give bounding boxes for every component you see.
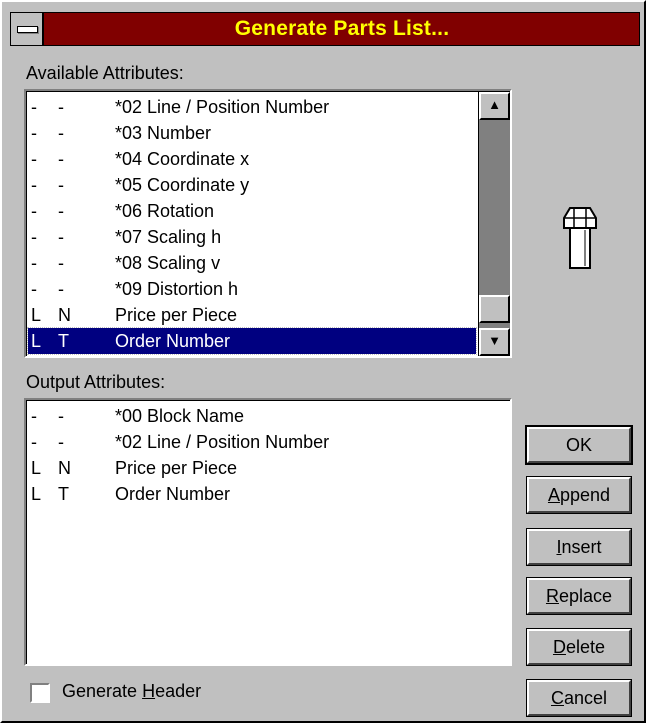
available-row-flag: -	[31, 97, 37, 117]
output-row-name: Price per Piece	[115, 458, 238, 478]
available-row[interactable]: L T Order Number	[27, 327, 477, 355]
output-row-flag: -	[58, 406, 64, 426]
available-scrollbar[interactable]: ▲ ▼	[478, 92, 510, 356]
generate-header-checkbox[interactable]	[30, 683, 50, 703]
bolt-icon	[563, 207, 597, 269]
generate-header-label[interactable]: Generate Header	[62, 681, 201, 702]
output-row-flag: -	[31, 406, 37, 426]
available-row-flag: L	[31, 305, 42, 325]
output-row-flag: -	[58, 432, 64, 452]
available-attributes-label: Available Attributes:	[26, 63, 184, 83]
output-row-flag: L	[31, 484, 42, 504]
available-row-name: *03 Number	[115, 123, 212, 143]
output-row[interactable]: L N Price per Piece	[28, 455, 508, 481]
available-row[interactable]: - - *05 Coordinate y	[28, 172, 476, 198]
output-row-flag: L	[31, 458, 42, 478]
scroll-thumb[interactable]	[479, 295, 510, 323]
available-row[interactable]: - - *08 Scaling v	[28, 250, 476, 276]
output-attributes-label: Output Attributes:	[26, 372, 166, 392]
output-row-flag: -	[31, 432, 37, 452]
available-list-body: - - *02 Line / Position Number - - *03 Number…	[26, 91, 510, 356]
available-row[interactable]: - - *09 Distortion h	[28, 276, 476, 302]
parts-list-dialog: Generate Parts List... Available Attribu…	[0, 0, 646, 723]
available-row-flag: -	[31, 253, 37, 273]
available-row-flag: -	[31, 149, 37, 169]
available-row-name: *07 Scaling h	[115, 227, 222, 247]
down-arrow-icon: ▼	[488, 333, 501, 348]
available-row-flag: L	[31, 331, 42, 351]
available-row-name: Price per Piece	[115, 305, 238, 325]
insert-button[interactable]: Insert	[526, 528, 632, 566]
available-row-name: *04 Coordinate x	[115, 149, 250, 169]
output-row-flag: T	[58, 484, 69, 504]
available-row[interactable]: - - *02 Line / Position Number	[28, 94, 476, 120]
available-row-flag: -	[58, 149, 64, 169]
available-row-flag: -	[31, 279, 37, 299]
available-row[interactable]: - - *06 Rotation	[28, 198, 476, 224]
available-row[interactable]: - - *04 Coordinate x	[28, 146, 476, 172]
available-row[interactable]: - - *03 Number	[28, 120, 476, 146]
delete-button[interactable]: Delete	[526, 628, 632, 666]
scroll-up-button[interactable]: ▲	[479, 92, 510, 120]
title-bar: Generate Parts List...	[10, 12, 640, 46]
available-row-flag: -	[58, 123, 64, 143]
cancel-button[interactable]: Cancel	[526, 679, 632, 717]
output-list-body: - - *00 Block Name - - *02 Line / Position Nu…	[26, 400, 510, 664]
available-row-name: *09 Distortion h	[115, 279, 239, 299]
available-row-flag: N	[58, 305, 71, 325]
available-row-flag: T	[58, 331, 69, 351]
available-row[interactable]: L N Price per Piece	[28, 302, 476, 328]
ok-button[interactable]: OK	[525, 425, 633, 465]
available-row-flag: -	[58, 97, 64, 117]
replace-button[interactable]: Replace	[526, 577, 632, 615]
available-row-flag: -	[58, 175, 64, 195]
available-row-name: *08 Scaling v	[115, 253, 221, 273]
up-arrow-icon: ▲	[488, 97, 501, 112]
available-row-flag: -	[31, 175, 37, 195]
output-row-name: Order Number	[115, 484, 231, 504]
scroll-down-button[interactable]: ▼	[479, 328, 510, 356]
minus-icon	[17, 26, 38, 33]
available-row-flag: -	[31, 123, 37, 143]
available-row-name: *05 Coordinate y	[115, 175, 250, 195]
output-row-name: *00 Block Name	[115, 406, 245, 426]
available-row-name: Order Number	[115, 331, 231, 351]
output-row[interactable]: - - *00 Block Name	[28, 403, 508, 429]
available-row[interactable]: - - *07 Scaling h	[28, 224, 476, 250]
output-row-name: *02 Line / Position Number	[115, 432, 330, 452]
output-row[interactable]: L T Order Number	[28, 481, 508, 507]
available-row-flag: -	[58, 253, 64, 273]
system-menu-button[interactable]	[11, 13, 44, 45]
available-attributes-list[interactable]: - - *02 Line / Position Number - - *03 Number…	[24, 89, 512, 358]
available-row-flag: -	[58, 279, 64, 299]
available-row-flag: -	[58, 201, 64, 221]
output-row[interactable]: - - *02 Line / Position Number	[28, 429, 508, 455]
append-button[interactable]: Append	[526, 476, 632, 514]
available-row-flag: -	[58, 227, 64, 247]
output-attributes-list[interactable]: - - *00 Block Name - - *02 Line / Position Nu…	[24, 398, 512, 666]
available-row-flag: -	[31, 201, 37, 221]
available-row-name: *06 Rotation	[115, 201, 215, 221]
available-row-name: *02 Line / Position Number	[115, 97, 330, 117]
output-row-flag: N	[58, 458, 71, 478]
available-row-flag: -	[31, 227, 37, 247]
window-title: Generate Parts List...	[234, 17, 450, 40]
